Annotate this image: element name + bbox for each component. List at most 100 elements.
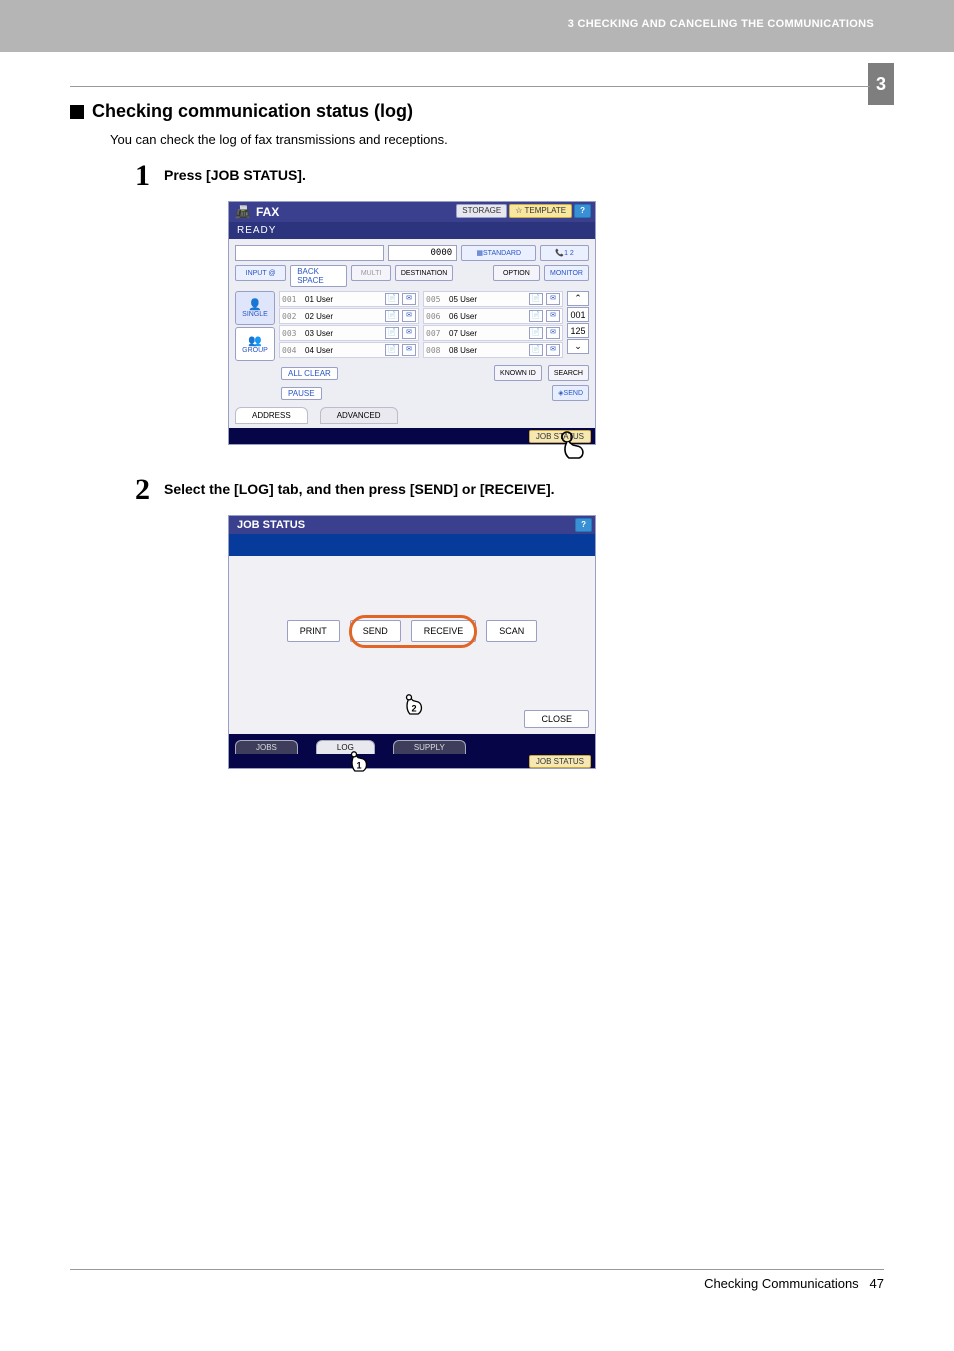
document-page: 3 CHECKING AND CANCELING THE COMMUNICATI… [0,0,954,1351]
list-item[interactable]: 00202 User📄✉ [279,308,419,324]
divider [70,86,870,87]
step-row: 1 Press [JOB STATUS]. [128,161,870,191]
input-display [235,245,384,261]
scroll-up-icon[interactable]: ⌃ [567,291,589,306]
fax-row2: INPUT @ BACK SPACE MULTI DESTINATION OPT… [235,265,589,287]
scroll-top-label: 001 [567,307,589,322]
list-item[interactable]: 00707 User📄✉ [423,325,563,341]
content-area: Checking communication status (log) You … [70,86,870,799]
fax-icon[interactable]: 📄 [529,293,543,305]
line-indicator[interactable]: 📞1 2 [540,245,589,261]
svg-text:2: 2 [411,704,416,714]
chapter-tab: 3 [868,63,894,105]
multi-button[interactable]: MULTI [351,265,390,281]
help-button[interactable]: ? [575,518,592,532]
step-row: 2 Select the [LOG] tab, and then press [… [128,475,870,505]
step-text: Select the [LOG] tab, and then press [SE… [164,475,555,497]
list-item[interactable]: 00606 User📄✉ [423,308,563,324]
close-button[interactable]: CLOSE [524,710,589,728]
input-at-button[interactable]: INPUT @ [235,265,286,281]
standard-button[interactable]: ▦ STANDARD [461,245,536,261]
monitor-button[interactable]: MONITOR [544,265,589,281]
steps-list: 1 Press [JOB STATUS]. 📠 FAX STORAGE ☆ TE… [128,161,870,769]
highlight-ring-icon [349,615,477,648]
section-intro: You can check the log of fax transmissio… [110,132,870,147]
mail-icon[interactable]: ✉ [402,293,416,305]
job-status-panel: JOB STATUS ? PRINT SEND RECEIVE SCAN 2 [228,515,596,769]
step-number: 1 [128,161,150,191]
mail-icon[interactable]: ✉ [546,310,560,322]
fax-icon[interactable]: 📄 [529,310,543,322]
footer-text: Checking Communications 47 [70,1276,884,1291]
mail-icon[interactable]: ✉ [546,293,560,305]
job-titlebar: JOB STATUS ? [229,516,595,534]
scroll-count-label: 125 [567,323,589,338]
step-number: 2 [128,475,150,505]
group-tab[interactable]: 👥GROUP [235,327,275,361]
destination-button[interactable]: DESTINATION [395,265,454,281]
search-button[interactable]: SEARCH [548,365,589,381]
person-icon: 👤 [236,298,274,311]
known-id-button[interactable]: KNOWN ID [494,365,542,381]
user-list-left: 00101 User📄✉ 00202 User📄✉ 00303 User📄✉ 0… [279,291,419,361]
fax-status-bar: READY [229,222,595,239]
list-item[interactable]: 00404 User📄✉ [279,342,419,358]
square-bullet-icon [70,105,84,119]
job-title-text: JOB STATUS [237,519,305,531]
backspace-button[interactable]: BACK SPACE [290,265,347,287]
pause-button[interactable]: PAUSE [281,387,322,400]
all-clear-button[interactable]: ALL CLEAR [281,367,338,380]
fax-icon[interactable]: 📄 [385,327,399,339]
single-tab[interactable]: 👤SINGLE [235,291,275,325]
mail-icon[interactable]: ✉ [402,310,416,322]
fax-icon[interactable]: 📄 [385,344,399,356]
list-item[interactable]: 00101 User📄✉ [279,291,419,307]
storage-button[interactable]: STORAGE [456,204,507,218]
list-item[interactable]: 00808 User📄✉ [423,342,563,358]
mail-icon[interactable]: ✉ [546,344,560,356]
list-item[interactable]: 00303 User📄✉ [279,325,419,341]
divider [70,1269,884,1270]
tab-address[interactable]: ADDRESS [235,407,308,424]
fax-screenshot: 📠 FAX STORAGE ☆ TEMPLATE ? READY 0000 ▦ … [228,201,870,445]
job-subbar [229,534,595,556]
tab-jobs[interactable]: JOBS [235,740,298,754]
side-tabs: 👤SINGLE 👥GROUP [235,291,275,361]
callout-2-icon: 2 [399,694,429,724]
fax-tabs: ADDRESS ADVANCED [235,407,589,424]
mail-icon[interactable]: ✉ [402,327,416,339]
tab-advanced[interactable]: ADVANCED [320,407,398,424]
callout-1-icon: 1 [344,751,374,781]
fax-list-area: 👤SINGLE 👥GROUP 00101 User📄✉ 00202 User📄✉… [235,291,589,361]
chapter-header: 3 CHECKING AND CANCELING THE COMMUNICATI… [568,18,874,30]
fax-btn-row-2: PAUSE ◈ SEND [235,385,589,401]
fax-footer: JOB STATUS [229,428,595,444]
mail-icon[interactable]: ✉ [402,344,416,356]
fax-icon[interactable]: 📄 [529,344,543,356]
fax-btn-row-1: ALL CLEAR KNOWN ID SEARCH [235,365,589,381]
scroll-down-icon[interactable]: ⌄ [567,339,589,354]
job-status-footer: JOB STATUS [229,754,595,768]
send-button[interactable]: ◈ SEND [552,385,589,401]
template-button[interactable]: ☆ TEMPLATE [509,204,572,218]
scan-button[interactable]: SCAN [486,620,537,642]
scroll-column: ⌃ 001 125 ⌄ [567,291,589,361]
job-middle: PRINT SEND RECEIVE SCAN 2 [229,556,595,706]
help-button[interactable]: ? [574,204,591,218]
job-tabs: JOBS LOG SUPPLY 1 [229,734,595,754]
svg-text:1: 1 [356,761,361,771]
tab-supply[interactable]: SUPPLY [393,740,466,754]
fax-icon[interactable]: 📄 [385,293,399,305]
list-item[interactable]: 00505 User📄✉ [423,291,563,307]
step-text: Press [JOB STATUS]. [164,161,306,183]
fax-icon[interactable]: 📄 [385,310,399,322]
print-button[interactable]: PRINT [287,620,340,642]
mail-icon[interactable]: ✉ [546,327,560,339]
section-title: Checking communication status (log) [92,101,413,122]
job-status-button[interactable]: JOB STATUS [529,755,591,768]
fax-body: 0000 ▦ STANDARD 📞1 2 INPUT @ BACK SPACE … [229,239,595,428]
counter-display: 0000 [388,245,457,261]
fax-icon[interactable]: 📄 [529,327,543,339]
option-button[interactable]: OPTION [493,265,540,281]
fax-panel: 📠 FAX STORAGE ☆ TEMPLATE ? READY 0000 ▦ … [228,201,596,445]
